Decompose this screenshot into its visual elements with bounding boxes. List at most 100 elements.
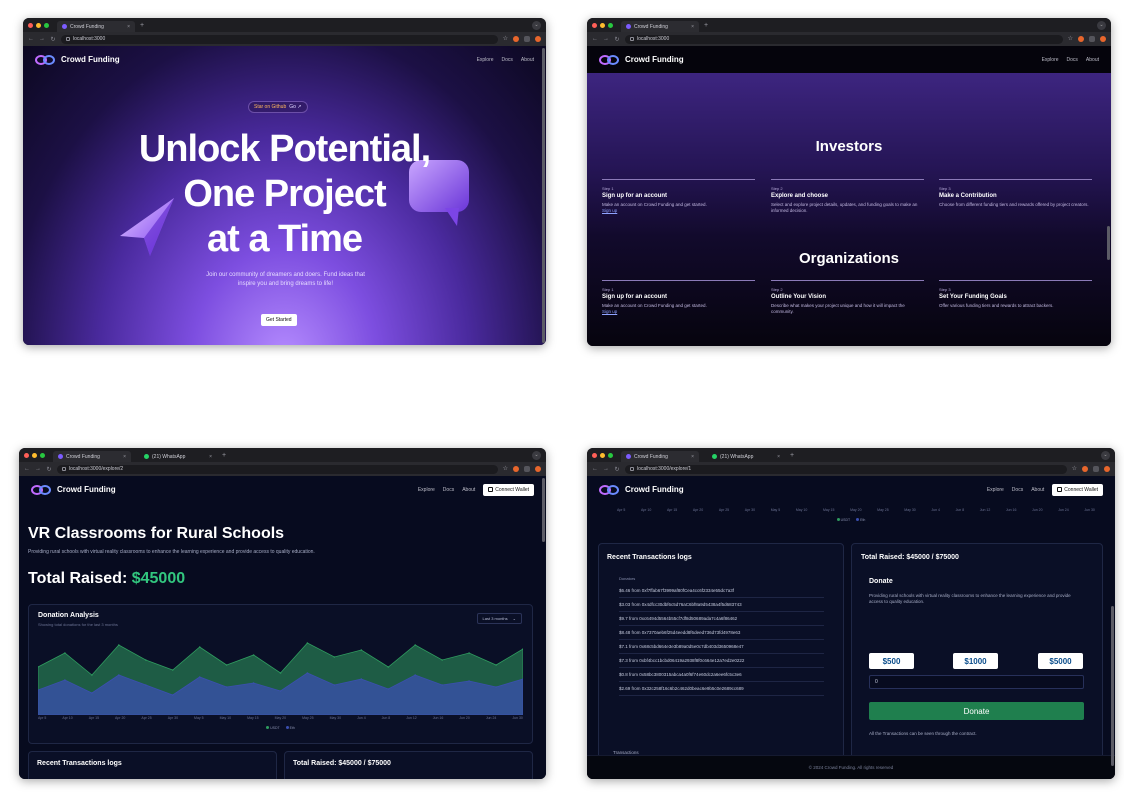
donate-button[interactable]: Donate [869,702,1084,720]
extension-icon[interactable] [1082,466,1088,472]
window-controls[interactable] [592,452,613,458]
profile-avatar[interactable] [535,466,541,472]
browser-tab-whatsapp[interactable]: (21) WhatsApp × [707,451,785,462]
data-point-usdt-11 [333,656,336,658]
forward-icon[interactable]: → [603,36,609,42]
new-tab-icon[interactable]: + [704,22,708,29]
profile-avatar[interactable] [535,36,541,42]
extensions-puzzle-icon[interactable] [524,466,530,472]
page-viewport: Crowd Funding Explore Docs About Star on… [23,46,546,345]
site-logo[interactable]: Crowd Funding [599,53,684,67]
back-icon[interactable]: ← [24,466,30,472]
close-icon[interactable]: × [691,454,694,460]
scrollbar[interactable] [1111,606,1114,766]
extensions-puzzle-icon[interactable] [524,36,530,42]
new-tab-icon[interactable]: + [790,452,794,459]
sign-up-link[interactable]: Sign up [602,309,755,314]
scrollbar[interactable] [542,48,545,343]
data-point-usdt-8 [252,654,255,656]
nav-explore[interactable]: Explore [418,487,435,493]
profile-avatar[interactable] [1104,466,1110,472]
nav-about[interactable]: About [1031,487,1044,493]
site-info-icon[interactable] [66,37,70,41]
nav-docs[interactable]: Docs [502,57,513,63]
close-icon[interactable]: × [123,454,126,460]
chevron-down-icon[interactable]: ⌄ [1101,450,1110,460]
address-bar[interactable]: localhost:3000/explore/1 [625,464,1067,474]
bookmark-star-icon[interactable]: ☆ [1068,36,1073,42]
chevron-down-icon[interactable]: ⌄ [532,20,541,30]
donation-area-chart [38,642,523,715]
donation-amount-input[interactable]: 0 [869,675,1084,689]
wallet-icon [1057,487,1063,492]
reload-icon[interactable]: ↻ [50,36,56,43]
connect-wallet-button[interactable]: Connect Wallet [483,483,534,496]
data-point-eth-8 [252,682,255,684]
bookmark-star-icon[interactable]: ☆ [503,36,508,42]
bookmark-star-icon[interactable]: ☆ [1072,466,1077,472]
back-icon[interactable]: ← [592,466,598,472]
back-icon[interactable]: ← [28,36,34,42]
new-tab-icon[interactable]: + [222,452,226,459]
nav-about[interactable]: About [462,487,475,493]
github-star-badge[interactable]: Star on Github Go ↗ [248,101,308,113]
browser-tab[interactable]: Crowd Funding × [57,21,135,32]
nav-explore[interactable]: Explore [477,57,494,63]
get-started-button[interactable]: Get Started [261,314,297,326]
new-tab-icon[interactable]: + [140,22,144,29]
site-logo[interactable]: Crowd Funding [35,53,120,67]
forward-icon[interactable]: → [35,466,41,472]
bookmark-star-icon[interactable]: ☆ [503,466,508,472]
profile-avatar[interactable] [1100,36,1106,42]
data-point-usdt-5 [171,669,174,671]
forward-icon[interactable]: → [39,36,45,42]
reload-icon[interactable]: ↻ [614,466,620,473]
address-bar[interactable]: localhost:3000 [61,34,498,44]
nav-docs[interactable]: Docs [443,487,454,493]
extensions-puzzle-icon[interactable] [1089,36,1095,42]
forward-icon[interactable]: → [603,466,609,472]
address-bar[interactable]: localhost:3000 [625,34,1063,44]
back-icon[interactable]: ← [592,36,598,42]
site-logo[interactable]: Crowd Funding [599,483,684,497]
chevron-down-icon[interactable]: ⌄ [532,450,541,460]
range-select[interactable]: Last 3 months ⌄ [476,613,522,624]
sign-up-link[interactable]: Sign up [602,208,755,213]
browser-tab[interactable]: Crowd Funding × [621,451,699,462]
browser-tab[interactable]: Crowd Funding × [621,21,699,32]
site-info-icon[interactable] [630,467,634,471]
close-icon[interactable]: × [777,454,780,460]
site-info-icon[interactable] [630,37,634,41]
amount-500-button[interactable]: $500 [869,653,914,669]
nav-explore[interactable]: Explore [987,487,1004,493]
extensions-puzzle-icon[interactable] [1093,466,1099,472]
close-icon[interactable]: × [127,24,130,30]
close-icon[interactable]: × [691,24,694,30]
browser-tab-whatsapp[interactable]: (21) WhatsApp × [139,451,217,462]
connect-wallet-button[interactable]: Connect Wallet [1052,483,1103,496]
extension-icon[interactable] [1078,36,1084,42]
nav-about[interactable]: About [1086,57,1099,63]
nav-docs[interactable]: Docs [1067,57,1078,63]
close-icon[interactable]: × [209,454,212,460]
extension-icon[interactable] [513,466,519,472]
window-controls[interactable] [24,452,45,458]
extension-icon[interactable] [513,36,519,42]
nav-docs[interactable]: Docs [1012,487,1023,493]
site-info-icon[interactable] [62,467,66,471]
chevron-down-icon[interactable]: ⌄ [1097,20,1106,30]
amount-1000-button[interactable]: $1000 [953,653,998,669]
window-controls[interactable] [28,22,49,28]
address-bar[interactable]: localhost:3000/explore/2 [57,464,498,474]
legend-item-usdt: USDT [836,518,850,522]
nav-explore[interactable]: Explore [1042,57,1059,63]
reload-icon[interactable]: ↻ [46,466,52,473]
scrollbar[interactable] [1107,226,1110,260]
x-tick-label: Jun 8 [955,508,965,512]
window-controls[interactable] [592,22,613,28]
site-logo[interactable]: Crowd Funding [31,483,116,497]
browser-tab[interactable]: Crowd Funding × [53,451,131,462]
nav-about[interactable]: About [521,57,534,63]
amount-5000-button[interactable]: $5000 [1038,653,1083,669]
reload-icon[interactable]: ↻ [614,36,620,43]
